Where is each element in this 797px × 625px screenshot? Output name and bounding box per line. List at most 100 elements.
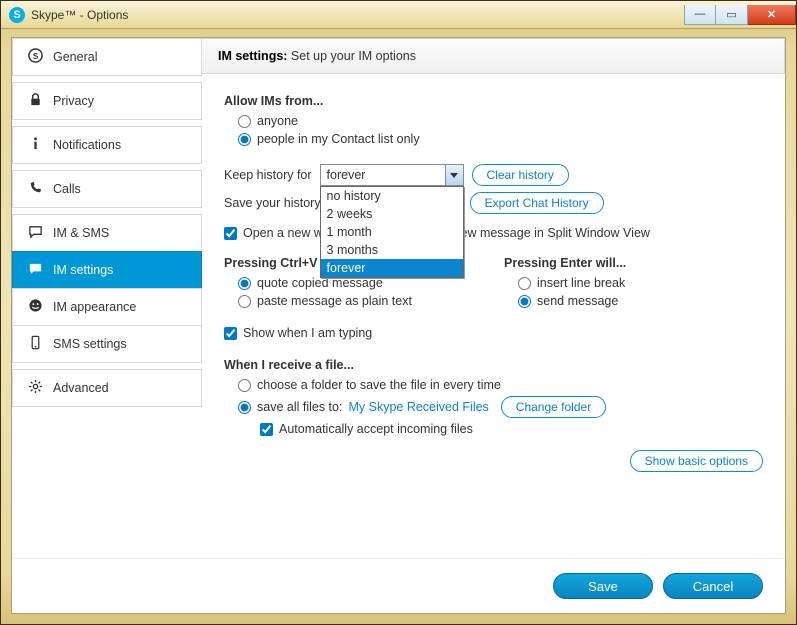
- allow-contacts-row[interactable]: people in my Contact list only: [238, 132, 763, 146]
- enter-linebreak-row[interactable]: insert line break: [518, 276, 754, 290]
- header-rest: Set up your IM options: [287, 49, 416, 63]
- history-dropdown[interactable]: no history 2 weeks 1 month 3 months fore…: [320, 186, 464, 278]
- enter-title: Pressing Enter will...: [504, 256, 754, 270]
- received-folder-link[interactable]: My Skype Received Files: [348, 400, 488, 414]
- titlebar: S Skype™ - Options — ▭ ✕: [1, 1, 796, 29]
- allow-anyone-row[interactable]: anyone: [238, 114, 763, 128]
- sidebar-item-label: IM settings: [53, 263, 113, 277]
- enter-linebreak-label: insert line break: [537, 276, 625, 290]
- history-label: Keep history for: [224, 168, 312, 182]
- enter-linebreak-radio[interactable]: [518, 277, 531, 290]
- header-strong: IM settings:: [218, 49, 287, 63]
- minimize-button[interactable]: —: [684, 5, 716, 25]
- sidebar-item-sms-settings[interactable]: SMS settings: [12, 325, 202, 363]
- ctrlv-quote-radio[interactable]: [238, 277, 251, 290]
- sidebar-item-notifications[interactable]: Notifications: [12, 126, 202, 164]
- chevron-down-icon[interactable]: [445, 165, 463, 185]
- footer: Save Cancel: [12, 558, 785, 613]
- split-window-checkbox[interactable]: [224, 227, 237, 240]
- mobile-icon: [27, 335, 43, 353]
- ctrlv-quote-row[interactable]: quote copied message: [238, 276, 474, 290]
- typing-row[interactable]: Show when I am typing: [224, 326, 763, 340]
- file-choose-radio[interactable]: [238, 379, 251, 392]
- two-columns: Pressing Ctrl+V will... quote copied mes…: [224, 252, 763, 312]
- enter-column: Pressing Enter will... insert line break…: [504, 252, 754, 312]
- maximize-button[interactable]: ▭: [716, 5, 748, 25]
- ctrlv-plain-radio[interactable]: [238, 295, 251, 308]
- file-auto-row[interactable]: Automatically accept incoming files: [260, 422, 763, 436]
- history-select-box[interactable]: forever: [320, 164, 464, 186]
- sidebar-item-advanced[interactable]: Advanced: [12, 369, 202, 407]
- content-header: IM settings: Set up your IM options: [202, 38, 785, 74]
- settings-pane: Allow IMs from... anyone people in my Co…: [202, 74, 785, 558]
- enter-send-row[interactable]: send message: [518, 294, 754, 308]
- close-button[interactable]: ✕: [748, 5, 796, 25]
- window-title: Skype™ - Options: [31, 8, 128, 22]
- sidebar-item-label: Advanced: [53, 381, 109, 395]
- cancel-button[interactable]: Cancel: [663, 573, 763, 599]
- sidebar-item-im-settings[interactable]: IM settings: [12, 251, 202, 289]
- main-row: S General Privacy Notifications: [12, 38, 785, 558]
- lock-icon: [27, 92, 43, 110]
- allow-title: Allow IMs from...: [224, 94, 763, 108]
- ctrlv-plain-label: paste message as plain text: [257, 294, 412, 308]
- file-saveall-radio[interactable]: [238, 401, 251, 414]
- skype-icon: S: [9, 7, 25, 23]
- save-button[interactable]: Save: [553, 573, 653, 599]
- content: IM settings: Set up your IM options Allo…: [202, 38, 785, 558]
- file-saveall-prefix: save all files to:: [257, 400, 342, 414]
- ctrlv-plain-row[interactable]: paste message as plain text: [238, 294, 474, 308]
- sidebar-item-general[interactable]: S General: [12, 38, 202, 76]
- show-basic-options-button[interactable]: Show basic options: [630, 450, 763, 472]
- allow-contacts-radio[interactable]: [238, 133, 251, 146]
- enter-send-radio[interactable]: [518, 295, 531, 308]
- clear-history-button[interactable]: Clear history: [472, 164, 569, 186]
- sidebar: S General Privacy Notifications: [12, 38, 202, 558]
- file-auto-checkbox[interactable]: [260, 423, 273, 436]
- history-row: Keep history for forever no history 2 we…: [224, 164, 763, 186]
- sidebar-item-label: IM & SMS: [53, 226, 109, 240]
- window-buttons: — ▭ ✕: [684, 5, 796, 25]
- allow-anyone-radio[interactable]: [238, 115, 251, 128]
- basic-options-row: Show basic options: [224, 440, 763, 476]
- save-history-label: Save your history: [224, 196, 321, 210]
- allow-anyone-label: anyone: [257, 114, 298, 128]
- client-area: S General Privacy Notifications: [11, 37, 786, 614]
- phone-icon: [27, 180, 43, 198]
- sidebar-item-label: Calls: [53, 182, 81, 196]
- split-window-row[interactable]: Open a new window when I receive a new m…: [224, 226, 763, 240]
- sidebar-item-label: Privacy: [53, 94, 94, 108]
- file-saveall-row[interactable]: save all files to: My Skype Received Fil…: [238, 396, 763, 418]
- history-select[interactable]: forever no history 2 weeks 1 month 3 mon…: [320, 164, 464, 186]
- history-option[interactable]: no history: [321, 187, 463, 205]
- typing-label: Show when I am typing: [243, 326, 372, 340]
- history-option[interactable]: 3 months: [321, 241, 463, 259]
- chat-solid-icon: [27, 261, 43, 279]
- export-history-button[interactable]: Export Chat History: [470, 192, 604, 214]
- sidebar-item-im-sms[interactable]: IM & SMS: [12, 214, 202, 252]
- allow-contacts-label: people in my Contact list only: [257, 132, 420, 146]
- history-option-selected[interactable]: forever: [321, 259, 463, 277]
- window: S Skype™ - Options — ▭ ✕ S General: [0, 0, 797, 625]
- save-history-row: Save your history Export Chat History: [224, 192, 763, 214]
- file-auto-label: Automatically accept incoming files: [279, 422, 473, 436]
- history-selected: forever: [327, 168, 366, 182]
- typing-checkbox[interactable]: [224, 327, 237, 340]
- info-icon: [27, 136, 43, 154]
- file-title: When I receive a file...: [224, 358, 763, 372]
- history-option[interactable]: 1 month: [321, 223, 463, 241]
- sidebar-item-label: Notifications: [53, 138, 121, 152]
- change-folder-button[interactable]: Change folder: [501, 396, 606, 418]
- sidebar-item-label: SMS settings: [53, 337, 127, 351]
- chat-icon: [27, 224, 43, 242]
- enter-send-label: send message: [537, 294, 618, 308]
- sidebar-item-calls[interactable]: Calls: [12, 170, 202, 208]
- sidebar-item-label: General: [53, 50, 97, 64]
- svg-text:S: S: [32, 51, 38, 61]
- history-option[interactable]: 2 weeks: [321, 205, 463, 223]
- ctrlv-quote-label: quote copied message: [257, 276, 383, 290]
- sidebar-item-im-appearance[interactable]: IM appearance: [12, 288, 202, 326]
- file-choose-row[interactable]: choose a folder to save the file in ever…: [238, 378, 763, 392]
- sidebar-item-privacy[interactable]: Privacy: [12, 82, 202, 120]
- gear-icon: [27, 379, 43, 397]
